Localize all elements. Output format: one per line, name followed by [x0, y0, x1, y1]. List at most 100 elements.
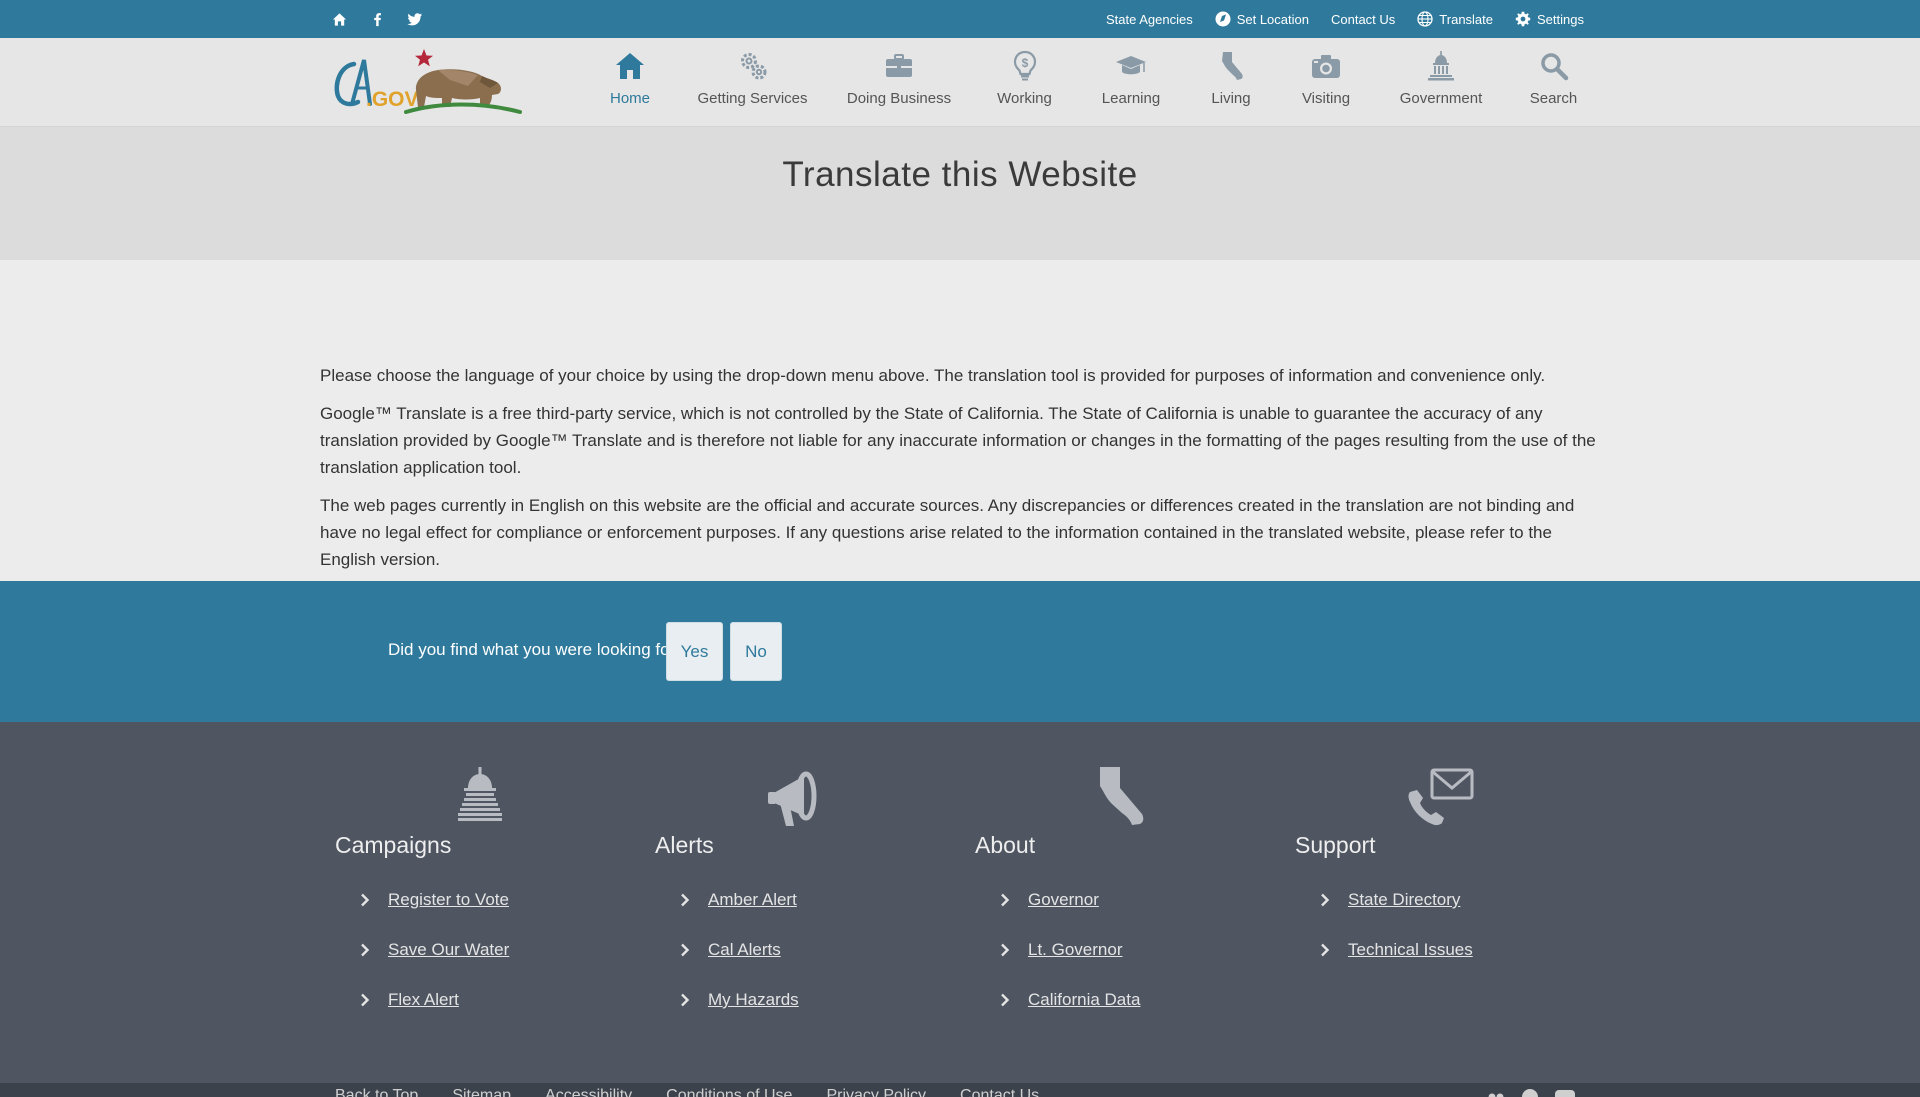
contact-us-link[interactable]: Contact Us [1331, 12, 1395, 27]
footer-link[interactable]: Technical Issues [1348, 940, 1473, 960]
footer-link-list: Register to Vote Save Our Water Flex Ale… [358, 890, 509, 1040]
footer-link[interactable]: Lt. Governor [1028, 940, 1123, 960]
california-icon [1213, 48, 1249, 84]
set-location-label: Set Location [1236, 11, 1309, 27]
capitol-icon [1423, 48, 1459, 84]
chevron-right-icon [358, 893, 372, 907]
back-to-top-link[interactable]: Back to Top [335, 1087, 418, 1097]
contact-us-link[interactable]: Contact Us [960, 1087, 1039, 1097]
chevron-right-icon [358, 993, 372, 1007]
nav-label: Living [1211, 90, 1251, 107]
translate-label: Translate [1439, 11, 1494, 27]
footer-link[interactable]: Cal Alerts [708, 940, 781, 960]
nav-doing-business[interactable]: Doing Business [825, 38, 973, 127]
utility-links: State Agencies Set Location Contact Us T… [1106, 0, 1584, 38]
footer-link[interactable]: Governor [1028, 890, 1099, 910]
footer-link[interactable]: California Data [1028, 990, 1140, 1010]
phone-mail-icon [1408, 768, 1474, 826]
capitol-icon [458, 767, 502, 821]
chevron-right-icon [358, 943, 372, 957]
footer-link-item: Technical Issues [1318, 940, 1473, 990]
nav-search[interactable]: Search [1506, 38, 1601, 127]
search-icon [1536, 48, 1572, 84]
content-paragraph: The web pages currently in English on th… [320, 496, 1575, 569]
chevron-right-icon [998, 993, 1012, 1007]
home-icon[interactable] [330, 10, 348, 28]
accessibility-link[interactable]: Accessibility [545, 1087, 632, 1097]
nav-label: Working [997, 90, 1052, 107]
nav-label: Learning [1101, 90, 1161, 107]
page-title: Translate this Website [782, 155, 1138, 194]
utility-social [330, 0, 424, 38]
nav-visiting[interactable]: Visiting [1276, 38, 1376, 127]
settings-label: Settings [1537, 11, 1584, 27]
footer-link-list: Governor Lt. Governor California Data [998, 890, 1140, 1040]
footer-link-item: State Directory [1318, 890, 1473, 940]
footer-link-item: Cal Alerts [678, 940, 799, 990]
twitter-icon[interactable] [406, 10, 424, 28]
site-header: .GOV Home Getting Services Doing Busines… [0, 38, 1920, 127]
footer-link-item: Lt. Governor [998, 940, 1140, 990]
footer-link[interactable]: Flex Alert [388, 990, 459, 1010]
flickr-icon[interactable] [1486, 1087, 1506, 1097]
footer-link[interactable]: State Directory [1348, 890, 1460, 910]
gears-icon [735, 48, 771, 84]
nav-working[interactable]: $ Working [973, 38, 1076, 127]
globe-icon [1417, 11, 1433, 27]
pinterest-icon[interactable] [1520, 1087, 1540, 1097]
footer-link-item: Save Our Water [358, 940, 509, 990]
nav-label: Home [609, 90, 650, 107]
settings-link[interactable]: Settings [1515, 11, 1584, 27]
page-title-band: Translate this Website [0, 127, 1920, 260]
nav-label: Government [1399, 90, 1483, 107]
footer-heading: About [975, 832, 1036, 858]
footer-link-list: Amber Alert Cal Alerts My Hazards [678, 890, 799, 1040]
feedback-no-button[interactable]: No [730, 622, 782, 681]
privacy-policy-link[interactable]: Privacy Policy [826, 1087, 926, 1097]
ca-gov-logo[interactable]: .GOV [332, 46, 524, 120]
footer-heading: Campaigns [335, 832, 452, 858]
footer-link[interactable]: Register to Vote [388, 890, 509, 910]
footer-link-item: My Hazards [678, 990, 799, 1040]
state-agencies-link[interactable]: State Agencies [1106, 12, 1193, 27]
feedback-yes-button[interactable]: Yes [666, 622, 723, 681]
nav-learning[interactable]: Learning [1076, 38, 1186, 127]
chevron-right-icon [678, 943, 692, 957]
chevron-right-icon [998, 943, 1012, 957]
footer-link-item: Governor [998, 890, 1140, 940]
main-content: Please choose the language of your choic… [320, 362, 1600, 584]
footer-heading: Support [1295, 832, 1376, 858]
facebook-icon[interactable] [368, 10, 386, 28]
briefcase-icon [881, 48, 917, 84]
feedback-bar: Did you find what you were looking for? … [0, 581, 1920, 722]
content-paragraph: Google™ Translate is a free third-party … [320, 404, 1596, 477]
footer-link-item: California Data [998, 990, 1140, 1040]
footer-heading: Alerts [655, 832, 714, 858]
site-footer: Campaigns Register to Vote Save Our Wate… [0, 722, 1920, 1083]
nav-getting-services[interactable]: Getting Services [680, 38, 825, 127]
footer-link-item: Register to Vote [358, 890, 509, 940]
nav-label: Search [1529, 90, 1578, 107]
california-icon [1100, 767, 1144, 825]
svg-text:$: $ [1021, 56, 1028, 70]
megaphone-icon [768, 771, 817, 826]
content-paragraph: Please choose the language of your choic… [320, 366, 1546, 385]
youtube-icon[interactable] [1554, 1087, 1576, 1097]
footer-social [1486, 1087, 1576, 1097]
footer-link[interactable]: My Hazards [708, 990, 799, 1010]
conditions-of-use-link[interactable]: Conditions of Use [666, 1087, 792, 1097]
chevron-right-icon [1318, 893, 1332, 907]
translate-link[interactable]: Translate [1417, 11, 1493, 27]
footer-link-item: Amber Alert [678, 890, 799, 940]
footer-link[interactable]: Save Our Water [388, 940, 509, 960]
set-location-link[interactable]: Set Location [1215, 11, 1309, 27]
chevron-right-icon [678, 893, 692, 907]
nav-label: Visiting [1301, 90, 1351, 107]
nav-home[interactable]: Home [580, 38, 680, 127]
nav-government[interactable]: Government [1376, 38, 1506, 127]
nav-living[interactable]: Living [1186, 38, 1276, 127]
footer-link[interactable]: Amber Alert [708, 890, 797, 910]
footer-link-item: Flex Alert [358, 990, 509, 1040]
utility-bar: State Agencies Set Location Contact Us T… [0, 0, 1920, 38]
sitemap-link[interactable]: Sitemap [452, 1087, 511, 1097]
